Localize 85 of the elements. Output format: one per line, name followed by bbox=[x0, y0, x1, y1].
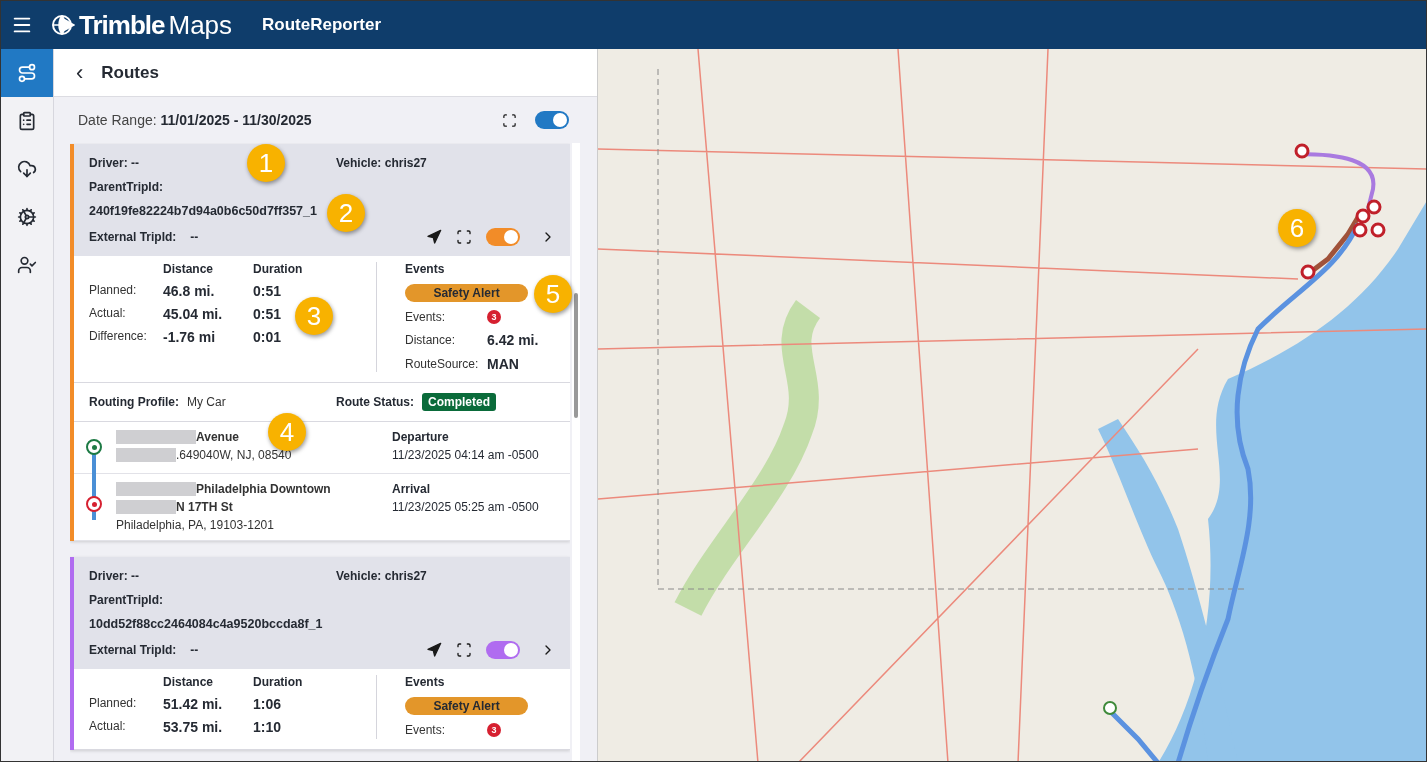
row-label: Actual: bbox=[89, 719, 127, 735]
brand-suffix: Maps bbox=[168, 9, 233, 41]
route-toggle[interactable] bbox=[486, 641, 520, 659]
address-text: Philadelphia Downtown bbox=[196, 482, 331, 496]
route-toggle[interactable] bbox=[486, 228, 520, 246]
product-name: RouteReporter bbox=[262, 15, 382, 35]
column-header: Duration bbox=[253, 675, 304, 689]
status-badge: Completed bbox=[422, 393, 496, 411]
distance-value: 51.42 mi. bbox=[163, 696, 223, 712]
events-heading: Events bbox=[405, 262, 446, 276]
start-marker-icon bbox=[86, 439, 102, 455]
distance-value: -1.76 mi bbox=[163, 329, 216, 345]
fullscreen-icon[interactable] bbox=[456, 229, 472, 245]
vehicle-value: chris27 bbox=[384, 569, 427, 583]
gear-icon bbox=[17, 207, 37, 227]
parent-trip-label: ParentTripId: bbox=[89, 180, 164, 194]
duration-value: 0:51 bbox=[253, 283, 282, 299]
events-count: 3 bbox=[487, 723, 501, 737]
end-marker-icon bbox=[86, 496, 102, 512]
distance-value: 6.42 mi. bbox=[487, 332, 539, 348]
vehicle-label: Vehicle: bbox=[336, 569, 382, 583]
duration-value: 0:51 bbox=[253, 306, 282, 322]
routing-profile-label: Routing Profile: bbox=[89, 395, 179, 409]
safety-alert-badge: Safety Alert bbox=[405, 697, 528, 715]
events-heading: Events bbox=[405, 675, 446, 689]
driver-label: Driver: bbox=[89, 569, 128, 583]
cloud-download-icon bbox=[17, 159, 37, 179]
route-source-value: MAN bbox=[487, 356, 519, 372]
panel-title: Routes bbox=[101, 62, 159, 83]
address-text: Philadelphia, PA, 19103-1201 bbox=[116, 518, 274, 532]
duration-value: 1:10 bbox=[253, 719, 282, 735]
routing-profile-value: My Car bbox=[187, 395, 226, 409]
date-range: Date Range: 11/01/2025 - 11/30/2025 bbox=[78, 112, 313, 128]
row-label: Planned: bbox=[89, 283, 138, 299]
vehicle-value: chris27 bbox=[384, 156, 427, 170]
events-label: Events: bbox=[405, 723, 447, 737]
time-label: Departure bbox=[392, 430, 450, 444]
time-value: 11/23/2025 05:25 am -0500 bbox=[392, 500, 540, 514]
distance-value: 46.8 mi. bbox=[163, 283, 215, 299]
scrollbar[interactable] bbox=[572, 143, 580, 761]
back-button[interactable]: ‹ bbox=[72, 61, 88, 84]
show-all-toggle[interactable] bbox=[535, 111, 569, 129]
duration-value: 0:01 bbox=[253, 329, 282, 345]
parent-trip-id: 10dd52f88cc2464084c4a9520bccda8f_1 bbox=[89, 617, 323, 631]
address-text: .649040W, NJ, 08540 bbox=[176, 448, 292, 462]
row-label: Actual: bbox=[89, 306, 127, 322]
external-trip-label: External TripId: bbox=[89, 643, 177, 657]
external-trip-value: -- bbox=[190, 230, 200, 244]
external-trip-value: -- bbox=[190, 643, 200, 657]
parent-trip-id: 240f19fe82224b7d94a0b6c50d7ff357_1 bbox=[89, 204, 317, 218]
route-source-label: RouteSource: bbox=[405, 357, 480, 371]
events-count: 3 bbox=[487, 310, 501, 324]
distance-value: 53.75 mi. bbox=[163, 719, 223, 735]
events-label: Events: bbox=[405, 310, 447, 324]
address-text: Avenue bbox=[196, 430, 239, 444]
redacted-block bbox=[116, 448, 176, 462]
column-header: Distance bbox=[163, 262, 215, 276]
distance-label: Distance: bbox=[405, 333, 457, 347]
driver-value: -- bbox=[131, 156, 140, 170]
safety-alert-badge: Safety Alert bbox=[405, 284, 528, 302]
duration-value: 1:06 bbox=[253, 696, 282, 712]
driver-value: -- bbox=[131, 569, 140, 583]
user-check-icon bbox=[17, 255, 37, 275]
route-status-label: Route Status: bbox=[336, 395, 414, 409]
navigation-arrow-icon[interactable] bbox=[426, 642, 442, 658]
navigation-arrow-icon[interactable] bbox=[426, 229, 442, 245]
time-value: 11/23/2025 04:14 am -0500 bbox=[392, 448, 540, 462]
time-label: Arrival bbox=[392, 482, 432, 496]
address-text: N 17TH St bbox=[176, 500, 233, 514]
column-header: Distance bbox=[163, 675, 215, 689]
driver-label: Driver: bbox=[89, 156, 128, 170]
redacted-block bbox=[116, 500, 176, 514]
fullscreen-icon[interactable] bbox=[502, 112, 517, 128]
clipboard-icon bbox=[17, 111, 37, 131]
brand-name: Trimble bbox=[79, 9, 165, 41]
distance-value: 45.04 mi. bbox=[163, 306, 223, 322]
row-label: Planned: bbox=[89, 696, 138, 712]
column-header: Duration bbox=[253, 262, 304, 276]
vehicle-label: Vehicle: bbox=[336, 156, 382, 170]
route-icon bbox=[17, 63, 37, 83]
globe-logo-icon bbox=[51, 13, 75, 37]
external-trip-label: External TripId: bbox=[89, 230, 177, 244]
fullscreen-icon[interactable] bbox=[456, 642, 472, 658]
parent-trip-label: ParentTripId: bbox=[89, 593, 164, 607]
row-label: Difference: bbox=[89, 329, 148, 345]
